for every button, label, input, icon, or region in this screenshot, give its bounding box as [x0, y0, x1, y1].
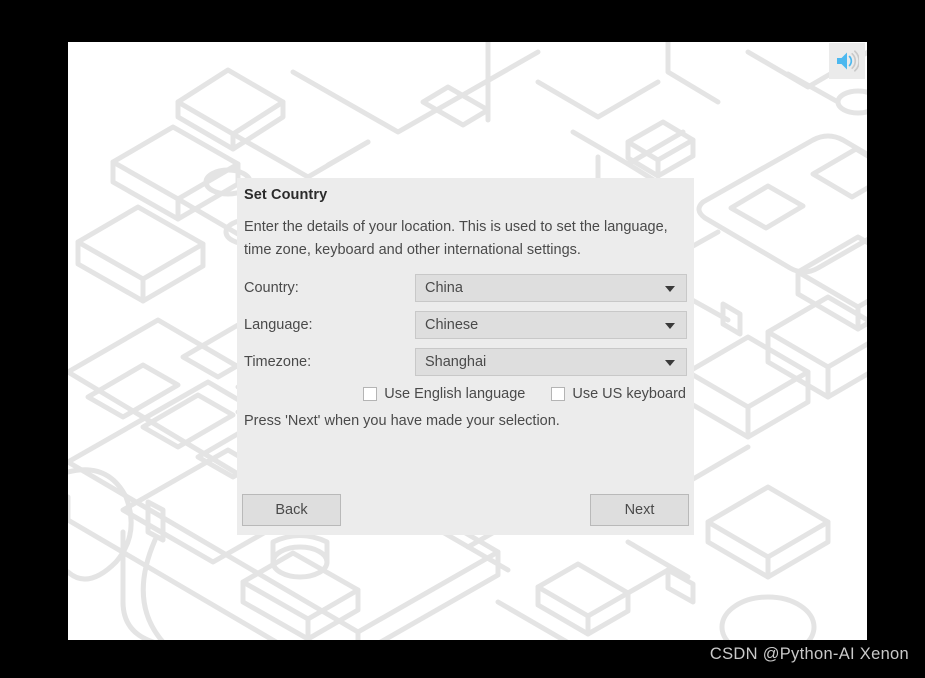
country-select[interactable]: China — [415, 273, 687, 302]
country-value: China — [425, 279, 463, 296]
checkbox-row: Use English language Use US keyboard — [244, 386, 687, 402]
language-value: Chinese — [425, 316, 479, 333]
back-button[interactable]: Back — [242, 494, 341, 526]
dialog-title: Set Country — [244, 187, 328, 203]
next-button[interactable]: Next — [590, 494, 689, 526]
dialog-content: Set Country Enter the details of your lo… — [244, 187, 687, 429]
chevron-down-icon — [665, 285, 675, 292]
field-row-language: Language: Chinese — [244, 310, 687, 339]
timezone-value: Shanghai — [425, 353, 487, 370]
timezone-label: Timezone: — [244, 353, 312, 370]
screen: Set Country Enter the details of your lo… — [0, 0, 925, 678]
timezone-select[interactable]: Shanghai — [415, 347, 687, 376]
use-english-language-checkbox[interactable]: Use English language — [363, 386, 525, 402]
field-row-timezone: Timezone: Shanghai — [244, 347, 687, 376]
checkbox-box-icon[interactable] — [551, 387, 566, 401]
use-us-keyboard-label: Use US keyboard — [572, 386, 686, 402]
set-country-dialog: Set Country Enter the details of your lo… — [237, 178, 694, 535]
watermark: CSDN @Python-AI Xenon — [709, 645, 909, 663]
language-select[interactable]: Chinese — [415, 310, 687, 339]
chevron-down-icon — [665, 359, 675, 366]
chevron-down-icon — [665, 322, 675, 329]
checkbox-box-icon[interactable] — [363, 387, 378, 401]
use-english-language-label: Use English language — [384, 386, 526, 402]
country-label: Country: — [244, 279, 299, 296]
dialog-description: Enter the details of your location. This… — [244, 219, 668, 258]
dialog-hint: Press 'Next' when you have made your sel… — [244, 413, 560, 429]
volume-speaker-icon — [837, 50, 859, 72]
dialog-button-bar: Back Next — [242, 494, 689, 526]
field-row-country: Country: China — [244, 273, 687, 302]
language-label: Language: — [244, 316, 313, 333]
use-us-keyboard-checkbox[interactable]: Use US keyboard — [551, 386, 686, 402]
volume-tray-button[interactable] — [829, 43, 865, 79]
